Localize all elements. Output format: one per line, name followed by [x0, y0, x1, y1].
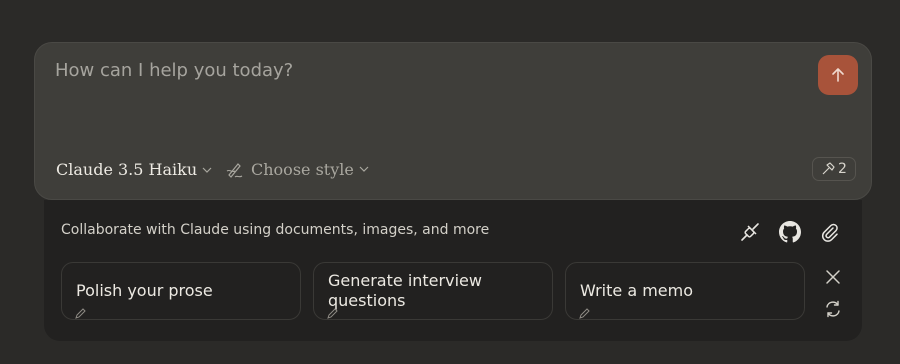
pen-icon: [75, 308, 86, 319]
pen-icon: [579, 308, 590, 319]
close-icon: [826, 270, 840, 284]
hammer-icon: [822, 162, 835, 175]
model-selector[interactable]: Claude 3.5 Haiku: [56, 160, 212, 179]
close-button[interactable]: [822, 266, 844, 288]
suggestion-card[interactable]: Generate interview questions: [313, 262, 553, 320]
pen-icon: [327, 308, 338, 319]
suggestion-label: Polish your prose: [76, 281, 213, 300]
chevron-down-icon: [202, 167, 212, 173]
chevron-down-icon: [359, 166, 369, 172]
collaborate-text: Collaborate with Claude using documents,…: [61, 222, 490, 238]
send-button[interactable]: [818, 55, 858, 95]
tools-button[interactable]: 2: [812, 157, 856, 181]
github-icon: [779, 221, 801, 243]
plug-icon: [741, 223, 759, 241]
suggestion-card[interactable]: Polish your prose: [61, 262, 301, 320]
style-label: Choose style: [251, 159, 354, 179]
refresh-icon: [826, 300, 840, 318]
starter-panel: Collaborate with Claude using documents,…: [44, 200, 862, 341]
prompt-composer[interactable]: How can I help you today? Claude 3.5 Hai…: [34, 42, 872, 200]
model-label: Claude 3.5 Haiku: [56, 160, 198, 179]
attach-button[interactable]: [818, 220, 842, 244]
prompt-input[interactable]: How can I help you today?: [55, 60, 293, 81]
paperclip-icon: [821, 223, 838, 242]
suggestion-label: Write a memo: [580, 281, 694, 300]
suggestion-label: Generate interview questions: [328, 271, 482, 310]
suggestion-card[interactable]: Write a memo: [565, 262, 805, 320]
refresh-button[interactable]: [822, 298, 844, 320]
integrations-button[interactable]: [738, 220, 762, 244]
github-button[interactable]: [778, 220, 802, 244]
tools-count: 2: [838, 161, 847, 177]
pen-writing-icon: [226, 163, 243, 178]
style-selector[interactable]: Choose style: [225, 159, 369, 179]
arrow-up-icon: [832, 68, 844, 82]
